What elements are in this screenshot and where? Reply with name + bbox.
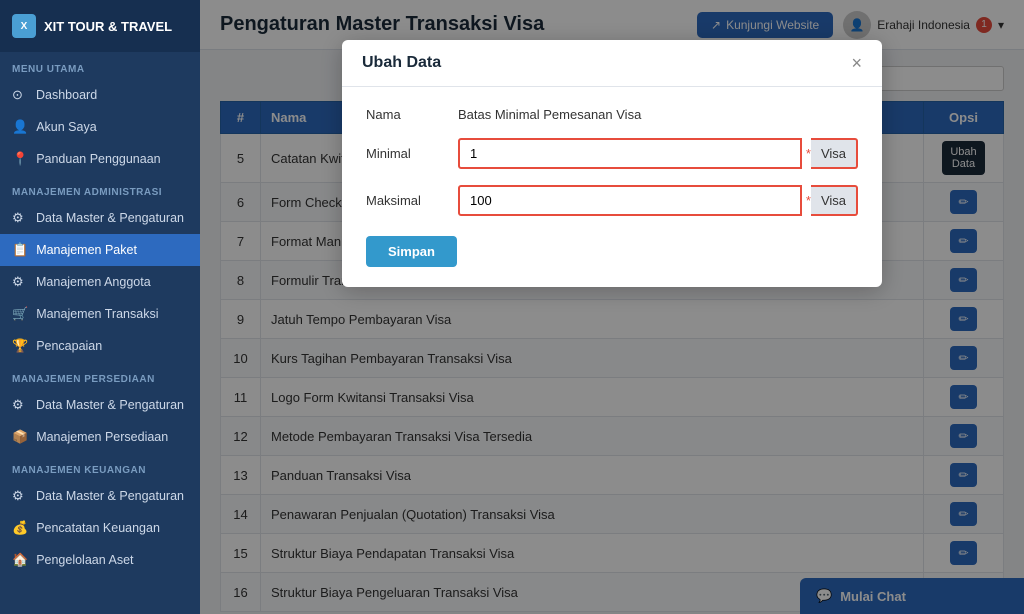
modal-overlay: Ubah Data × Nama Batas Minimal Pemesanan… <box>200 0 1024 614</box>
field-nama-value: Batas Minimal Pemesanan Visa <box>458 107 641 122</box>
modal-body: Nama Batas Minimal Pemesanan Visa Minima… <box>342 87 882 287</box>
field-minimal-label: Minimal <box>366 146 446 161</box>
sidebar-item-label: Pencatatan Keuangan <box>36 521 160 535</box>
logo-text: XIT TOUR & TRAVEL <box>44 19 172 34</box>
dashboard-icon: ⊙ <box>12 87 28 103</box>
sidebar-item-manajemen-anggota[interactable]: ⚙ Manajemen Anggota <box>0 266 200 298</box>
section-menu-utama: MENU UTAMA <box>0 52 200 79</box>
sidebar-item-data-master-admin[interactable]: ⚙ Data Master & Pengaturan <box>0 202 200 234</box>
sidebar-item-panduan[interactable]: 📍 Panduan Penggunaan <box>0 143 200 175</box>
field-maksimal-group: * Visa <box>458 185 858 216</box>
maksimal-input[interactable] <box>458 185 802 216</box>
sidebar-item-manajemen-persediaan[interactable]: 📦 Manajemen Persediaan <box>0 421 200 453</box>
modal-header: Ubah Data × <box>342 40 882 87</box>
gear-icon: ⚙ <box>12 210 28 226</box>
sidebar-item-label: Manajemen Anggota <box>36 275 151 289</box>
box-icon: 📦 <box>12 429 28 445</box>
sidebar-item-label: Pencapaian <box>36 339 102 353</box>
field-minimal-group: * Visa <box>458 138 858 169</box>
form-row-nama: Nama Batas Minimal Pemesanan Visa <box>366 107 858 122</box>
section-manajemen-keuangan: MANAJEMEN KEUANGAN <box>0 453 200 480</box>
sidebar-item-dashboard[interactable]: ⊙ Dashboard <box>0 79 200 111</box>
gear-icon-2: ⚙ <box>12 397 28 413</box>
sidebar-item-pengelolaan-aset[interactable]: 🏠 Pengelolaan Aset <box>0 544 200 576</box>
pin-icon: 📍 <box>12 151 28 167</box>
sidebar-item-label: Manajemen Transaksi <box>36 307 158 321</box>
sidebar-item-label: Manajemen Persediaan <box>36 430 168 444</box>
sidebar-item-manajemen-paket[interactable]: 📋 Manajemen Paket <box>0 234 200 266</box>
form-row-minimal: Minimal * Visa <box>366 138 858 169</box>
sidebar-item-akun-saya[interactable]: 👤 Akun Saya <box>0 111 200 143</box>
modal: Ubah Data × Nama Batas Minimal Pemesanan… <box>342 40 882 287</box>
minimal-addon: Visa <box>811 138 858 169</box>
sidebar-item-data-master-keuangan[interactable]: ⚙ Data Master & Pengaturan <box>0 480 200 512</box>
money-icon: 💰 <box>12 520 28 536</box>
sidebar-item-label: Data Master & Pengaturan <box>36 398 184 412</box>
package-icon: 📋 <box>12 242 28 258</box>
minimal-input[interactable] <box>458 138 802 169</box>
section-manajemen-persediaan: MANAJEMEN PERSEDIAAN <box>0 362 200 389</box>
main-content: Pengaturan Master Transaksi Visa ↗ Kunju… <box>200 0 1024 614</box>
sidebar-item-label: Pengelolaan Aset <box>36 553 133 567</box>
section-manajemen-administrasi: MANAJEMEN ADMINISTRASI <box>0 175 200 202</box>
maksimal-addon: Visa <box>811 185 858 216</box>
sidebar: X XIT TOUR & TRAVEL MENU UTAMA ⊙ Dashboa… <box>0 0 200 614</box>
sidebar-item-pencatatan-keuangan[interactable]: 💰 Pencatatan Keuangan <box>0 512 200 544</box>
user-icon: 👤 <box>12 119 28 135</box>
trophy-icon: 🏆 <box>12 338 28 354</box>
sidebar-item-label: Data Master & Pengaturan <box>36 489 184 503</box>
field-nama-label: Nama <box>366 107 446 122</box>
sidebar-item-label: Manajemen Paket <box>36 243 137 257</box>
members-icon: ⚙ <box>12 274 28 290</box>
sidebar-item-label: Data Master & Pengaturan <box>36 211 184 225</box>
sidebar-item-label: Panduan Penggunaan <box>36 152 160 166</box>
gear-icon-3: ⚙ <box>12 488 28 504</box>
field-maksimal-label: Maksimal <box>366 193 446 208</box>
sidebar-item-manajemen-transaksi[interactable]: 🛒 Manajemen Transaksi <box>0 298 200 330</box>
cart-icon: 🛒 <box>12 306 28 322</box>
modal-close-button[interactable]: × <box>851 54 862 72</box>
simpan-button[interactable]: Simpan <box>366 236 457 267</box>
home-icon: 🏠 <box>12 552 28 568</box>
sidebar-item-data-master-persediaan[interactable]: ⚙ Data Master & Pengaturan <box>0 389 200 421</box>
sidebar-item-label: Dashboard <box>36 88 97 102</box>
form-row-maksimal: Maksimal * Visa <box>366 185 858 216</box>
modal-title: Ubah Data <box>362 54 441 72</box>
logo-icon: X <box>12 14 36 38</box>
app-logo: X XIT TOUR & TRAVEL <box>0 0 200 52</box>
sidebar-item-label: Akun Saya <box>36 120 96 134</box>
sidebar-item-pencapaian[interactable]: 🏆 Pencapaian <box>0 330 200 362</box>
